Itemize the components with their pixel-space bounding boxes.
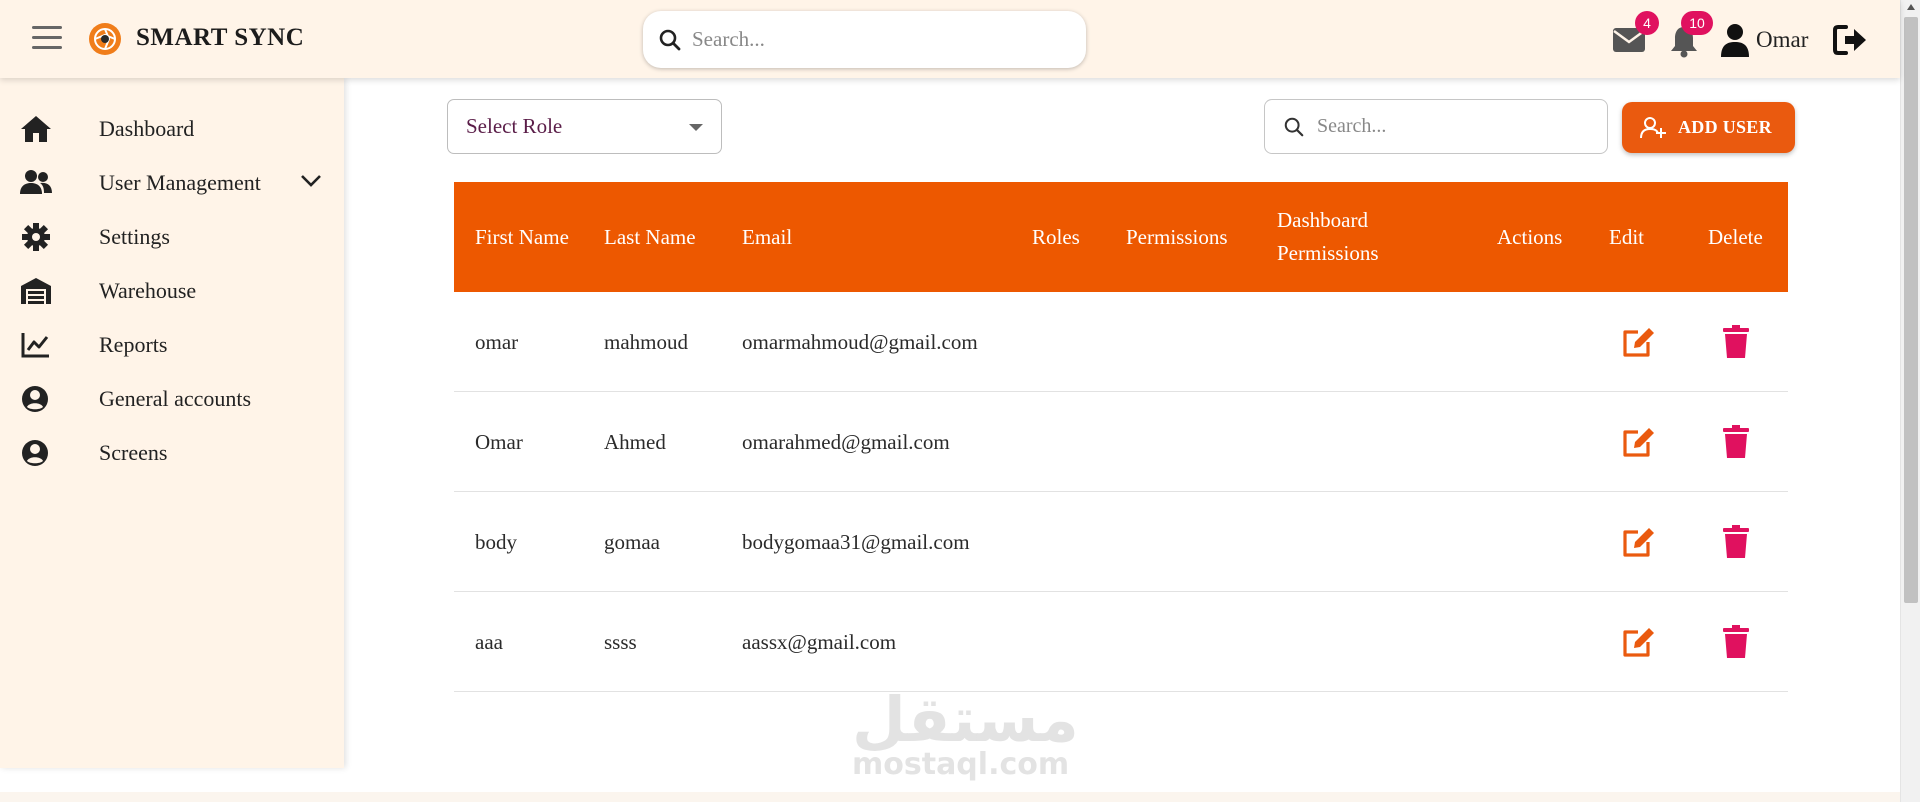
sidebar-item-settings[interactable]: Settings [0, 210, 344, 264]
sidebar-item-screens[interactable]: Screens [0, 426, 344, 480]
search-icon [1284, 117, 1304, 136]
sidebar-item-label: Screens [99, 440, 168, 465]
user-search[interactable] [1264, 99, 1608, 154]
brand-name: SMART SYNC [136, 24, 305, 51]
role-select-value: Select Role [466, 114, 563, 138]
search-icon [659, 29, 681, 50]
notification-count-badge: 10 [1681, 11, 1713, 35]
sidebar-item-label: General accounts [99, 386, 252, 411]
logout-icon[interactable] [1832, 24, 1868, 56]
cell-last-name: ssss [604, 629, 637, 654]
logo-icon [89, 23, 121, 55]
column-header-actions: Actions [1497, 224, 1563, 249]
role-select[interactable]: Select Role [447, 99, 722, 154]
home-icon [21, 116, 51, 142]
sidebar-item-general-accounts[interactable]: General accounts [0, 372, 344, 426]
gear-icon [22, 223, 50, 251]
column-header-email: Email [742, 224, 793, 249]
sidebar-item-label: Settings [99, 224, 170, 249]
sidebar-item-warehouse[interactable]: Warehouse [0, 264, 344, 318]
user-circle-icon [22, 386, 48, 412]
chevron-down-icon[interactable] [300, 174, 322, 188]
column-header-edit: Edit [1609, 224, 1644, 249]
page-bottom-strip [0, 792, 1900, 802]
trash-icon[interactable] [1718, 624, 1754, 660]
table-row: body gomaa bodygomaa31@gmail.com [454, 492, 1788, 592]
edit-icon[interactable] [1620, 624, 1656, 660]
add-user-button[interactable]: ADD USER [1622, 102, 1795, 153]
trash-icon[interactable] [1718, 424, 1754, 460]
edit-icon[interactable] [1620, 424, 1656, 460]
cell-email: omarmahmoud@gmail.com [742, 329, 978, 354]
cell-email: bodygomaa31@gmail.com [742, 529, 970, 554]
menu-toggle-icon[interactable] [32, 26, 62, 52]
edit-icon[interactable] [1620, 324, 1656, 360]
cell-first-name: Omar [475, 429, 523, 454]
table-header: First Name Last Name Email Roles Permiss… [454, 182, 1788, 292]
sidebar-item-label: User Management [99, 170, 261, 195]
header-search-input[interactable] [692, 27, 1052, 52]
cell-first-name: aaa [475, 629, 503, 654]
column-header-delete: Delete [1708, 224, 1763, 249]
user-plus-icon [1640, 116, 1666, 138]
column-header-roles: Roles [1032, 224, 1080, 249]
user-circle-icon [22, 440, 48, 466]
users-table: First Name Last Name Email Roles Permiss… [454, 182, 1788, 692]
user-icon[interactable] [1719, 23, 1751, 57]
trash-icon[interactable] [1718, 524, 1754, 560]
cell-first-name: body [475, 529, 517, 554]
table-row: aaa ssss aassx@gmail.com [454, 592, 1788, 692]
scrollbar-thumb[interactable] [1904, 17, 1918, 603]
cell-last-name: Ahmed [604, 429, 666, 454]
table-row: omar mahmoud omarmahmoud@gmail.com [454, 292, 1788, 392]
warehouse-icon [21, 278, 51, 304]
column-header-last-name: Last Name [604, 224, 696, 249]
column-header-dashboard-permissions: Dashboard Permissions [1277, 208, 1379, 265]
users-icon [20, 170, 52, 194]
caret-down-icon [689, 124, 703, 131]
user-name[interactable]: Omar [1756, 27, 1808, 53]
add-user-label: ADD USER [1678, 117, 1772, 137]
cell-last-name: mahmoud [604, 329, 688, 354]
watermark-latin: mostaql.com [852, 747, 1070, 782]
table-row: Omar Ahmed omarahmed@gmail.com [454, 392, 1788, 492]
cell-first-name: omar [475, 329, 519, 354]
column-header-permissions: Permissions [1126, 224, 1228, 249]
sidebar-item-reports[interactable]: Reports [0, 318, 344, 372]
column-header-first-name: First Name [475, 224, 569, 249]
sidebar-item-label: Dashboard [99, 116, 195, 141]
user-search-input[interactable] [1317, 115, 1587, 138]
watermark: مستقل mostaql.com [852, 683, 1079, 782]
sidebar-item-dashboard[interactable]: Dashboard [0, 102, 344, 156]
sidebar-item-label: Warehouse [99, 278, 197, 303]
mail-count-badge: 4 [1635, 11, 1659, 35]
sidebar-item-user-management[interactable]: User Management [0, 156, 344, 210]
scroll-up-arrow-icon[interactable] [1907, 4, 1915, 10]
sidebar: Dashboard User Management Settings Wareh… [0, 78, 344, 768]
cell-email: omarahmed@gmail.com [742, 429, 950, 454]
watermark-arabic: مستقل [852, 683, 1079, 756]
cell-email: aassx@gmail.com [742, 629, 897, 654]
page-scrollbar[interactable] [1900, 0, 1920, 802]
trash-icon[interactable] [1718, 324, 1754, 360]
cell-last-name: gomaa [604, 529, 660, 554]
header-search[interactable] [643, 11, 1086, 68]
top-header: SMART SYNC 4 10 Omar [0, 0, 1900, 78]
edit-icon[interactable] [1620, 524, 1656, 560]
chart-line-icon [21, 333, 49, 358]
sidebar-item-label: Reports [99, 332, 168, 357]
